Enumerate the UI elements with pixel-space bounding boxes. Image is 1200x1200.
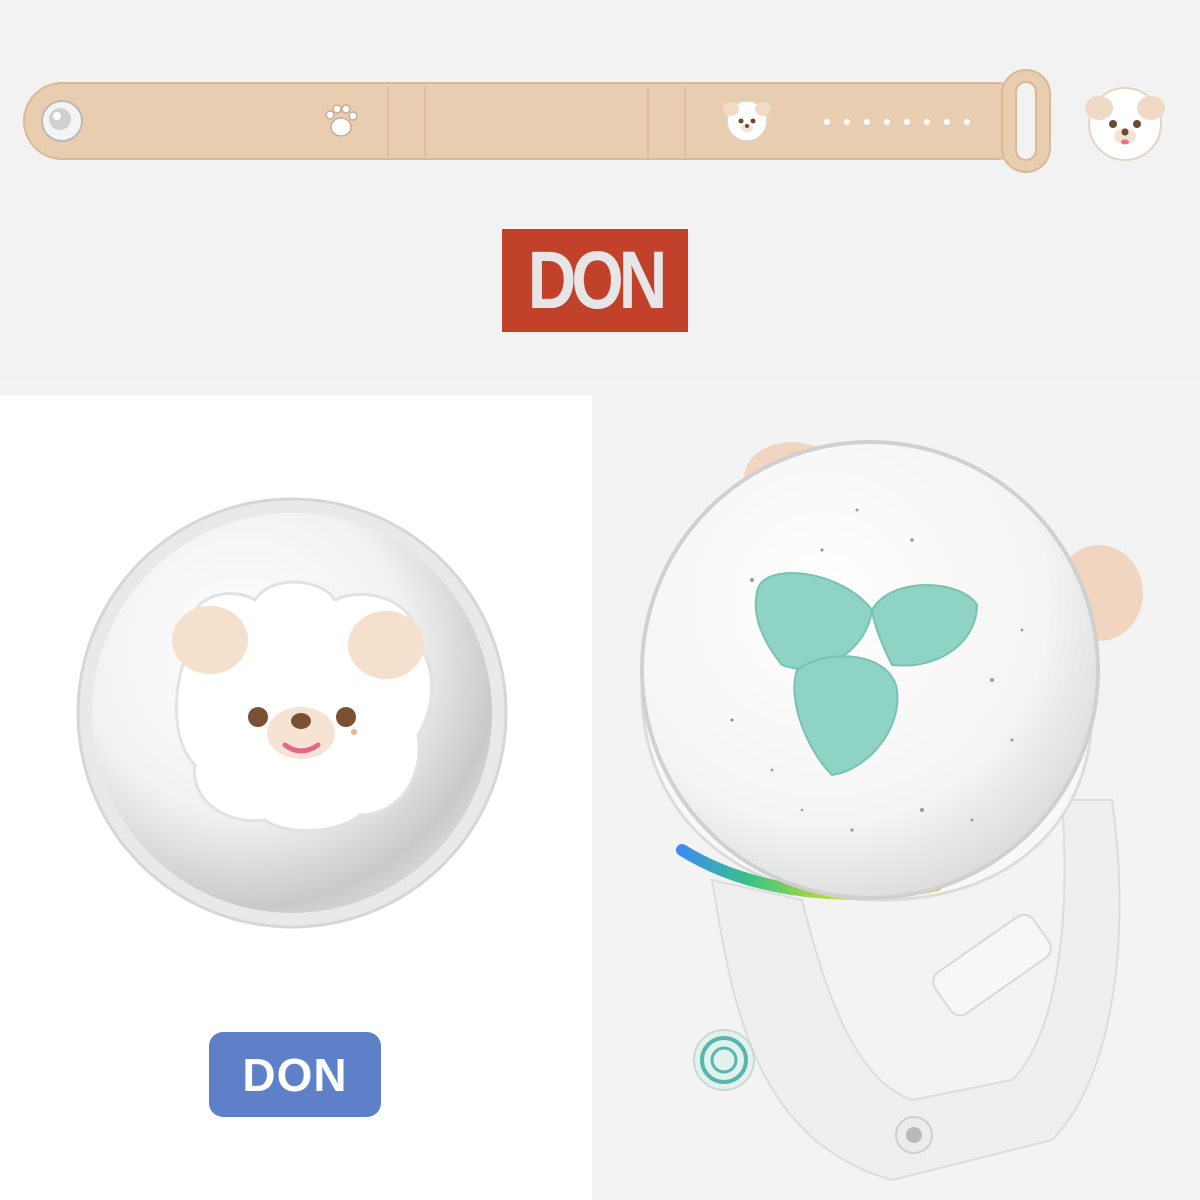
strap-keeper [932,913,1052,1017]
snow-globe-watch [640,440,1143,1182]
member-name-label-bottom: DON [209,1032,381,1117]
strap-pin [895,1116,933,1154]
watch-side-button [693,1029,755,1091]
wristband-illustration [23,69,1165,173]
wristband-body [23,82,1035,160]
member-name-label-top: DON [502,229,688,332]
member-name-text-bottom: DON [242,1048,348,1101]
puppy-charm [1085,87,1165,161]
member-name-text-top: DON [527,234,668,326]
snap-button-icon [41,100,83,142]
puppy-face-icon [172,580,434,833]
